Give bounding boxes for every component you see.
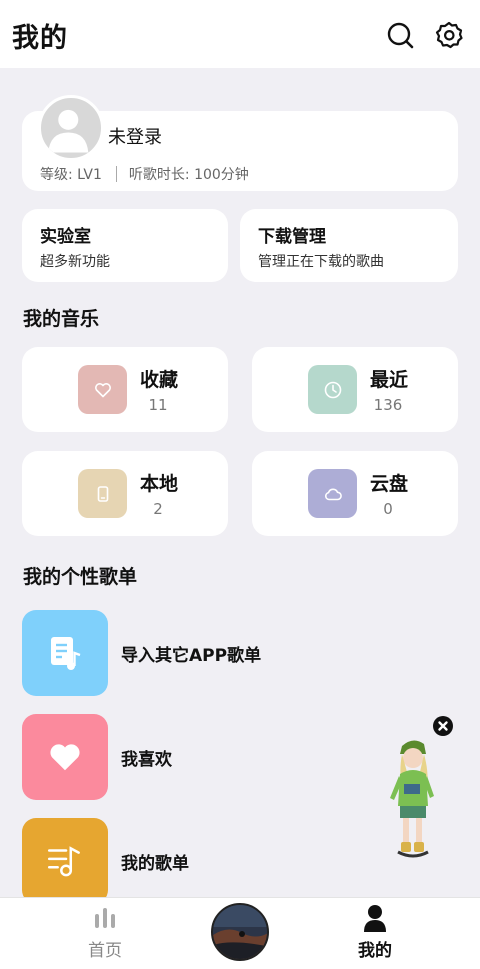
music-file-icon: [22, 610, 108, 696]
local-card[interactable]: 本地 2: [22, 451, 228, 536]
download-title: 下载管理: [258, 227, 326, 247]
cloud-disk-label: 云盘: [370, 473, 409, 495]
playlist-icon: [22, 818, 108, 904]
search-icon[interactable]: [385, 20, 415, 50]
playlist-liked-name: 我喜欢: [121, 750, 172, 770]
heart-icon: [78, 365, 127, 414]
login-status[interactable]: 未登录: [108, 123, 162, 149]
album-disc[interactable]: [211, 903, 269, 961]
equalizer-icon: [92, 904, 118, 932]
playlist-liked[interactable]: 我喜欢: [22, 714, 322, 800]
level-text: 等级: LV1: [40, 167, 102, 183]
heart-icon: [22, 714, 108, 800]
avatar[interactable]: [38, 95, 104, 161]
local-count: 2: [153, 500, 163, 518]
tab-mine-label: 我的: [358, 941, 392, 961]
download-subtitle: 管理正在下载的歌曲: [258, 254, 384, 270]
cloud-icon: [308, 469, 357, 518]
local-label: 本地: [140, 473, 179, 495]
lab-subtitle: 超多新功能: [40, 254, 110, 270]
playlists-title: 我的个性歌单: [23, 566, 138, 588]
favorites-count: 11: [148, 396, 168, 414]
gear-icon[interactable]: [434, 20, 464, 50]
cloud-disk-card[interactable]: 云盘 0: [252, 451, 458, 536]
playlist-mine-name: 我的歌单: [121, 854, 189, 874]
recent-card[interactable]: 最近 136: [252, 347, 458, 432]
user-stats: 等级: LV1 听歌时长: 100分钟: [40, 164, 249, 184]
tab-mine[interactable]: 我的: [330, 898, 420, 969]
lab-title: 实验室: [40, 227, 91, 247]
recent-label: 最近: [370, 369, 409, 391]
listen-time-text: 听歌时长: 100分钟: [128, 167, 249, 183]
clock-icon: [308, 365, 357, 414]
person-icon: [362, 904, 388, 932]
page-title: 我的: [12, 23, 68, 54]
playlist-mine[interactable]: 我的歌单: [22, 818, 322, 904]
close-icon[interactable]: [433, 716, 453, 736]
favorites-card[interactable]: 收藏 11: [22, 347, 228, 432]
cloud-disk-count: 0: [383, 500, 393, 518]
tab-home[interactable]: 首页: [60, 898, 150, 969]
tab-home-label: 首页: [88, 941, 122, 961]
phone-icon: [78, 469, 127, 518]
floating-character[interactable]: [380, 736, 446, 862]
download-manager-card[interactable]: 下载管理 管理正在下载的歌曲: [240, 209, 458, 282]
divider: [115, 166, 117, 182]
recent-count: 136: [373, 396, 403, 414]
playlist-import[interactable]: 导入其它APP歌单: [22, 610, 322, 696]
favorites-label: 收藏: [140, 369, 179, 391]
lab-card[interactable]: 实验室 超多新功能: [22, 209, 228, 282]
my-music-title: 我的音乐: [23, 308, 100, 330]
header: 我的: [0, 0, 480, 68]
playlist-import-name: 导入其它APP歌单: [121, 646, 262, 666]
